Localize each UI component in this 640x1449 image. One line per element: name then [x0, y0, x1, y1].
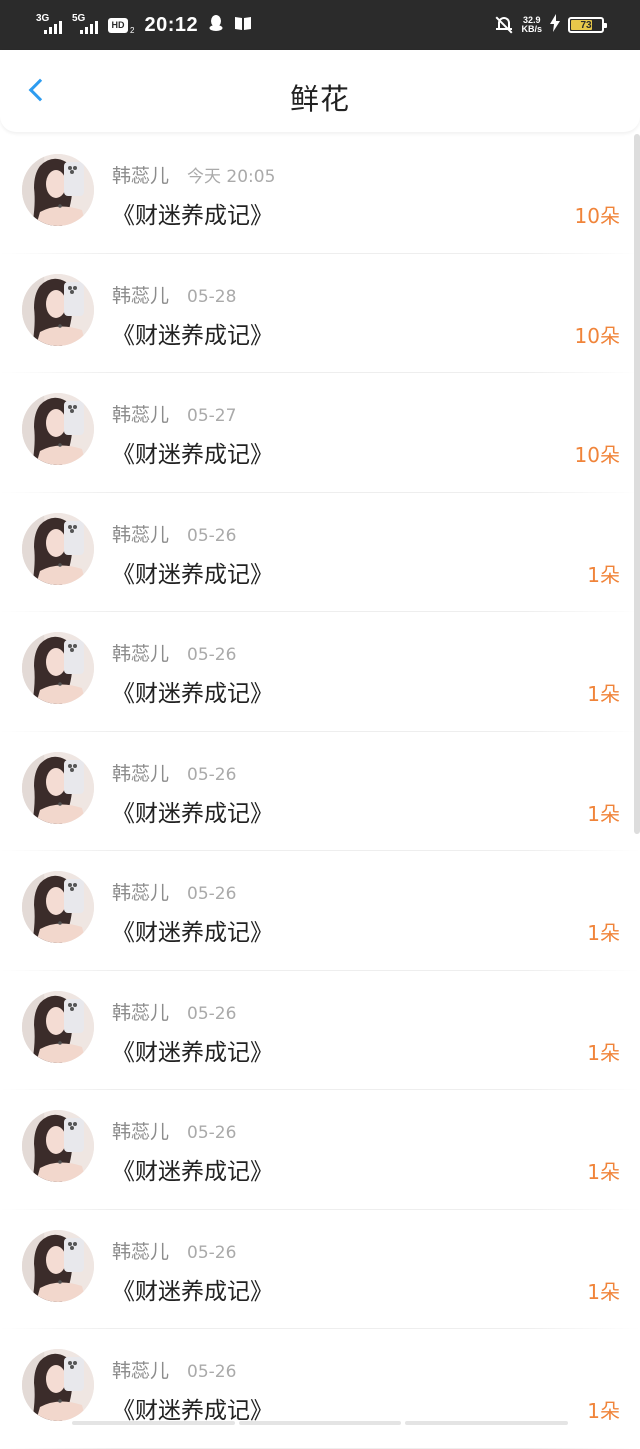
list-item[interactable]: 韩蕊儿 05-26 《财迷养成记》 1朵: [0, 851, 640, 971]
flower-count: 1朵: [587, 562, 620, 587]
item-meta: 韩蕊儿 05-26: [112, 998, 236, 1025]
timestamp: 05-27: [187, 406, 237, 426]
hd-icon: HD: [108, 17, 128, 33]
timestamp: 05-26: [187, 525, 237, 546]
avatar[interactable]: [22, 871, 94, 943]
timestamp: 05-26: [187, 1362, 237, 1382]
flower-count: 1朵: [587, 1279, 620, 1304]
battery-level: 73: [580, 19, 592, 31]
item-meta: 韩蕊儿 今天 20:05: [112, 161, 275, 188]
timestamp: 05-26: [187, 1003, 237, 1024]
flower-count: 10朵: [574, 204, 620, 228]
network-speed: 32.9 KB/s: [521, 16, 542, 34]
user-name: 韩蕊儿: [112, 1001, 170, 1024]
user-name: 韩蕊儿: [112, 165, 170, 187]
book-title: 《财迷养成记》: [112, 442, 273, 468]
page-title: 鲜花: [289, 82, 350, 116]
user-name: 韩蕊儿: [112, 1240, 170, 1263]
avatar[interactable]: [22, 273, 94, 346]
item-meta: 韩蕊儿 05-26: [112, 878, 236, 905]
user-name: 韩蕊儿: [112, 404, 170, 426]
flower-count: 1朵: [587, 921, 620, 945]
book-title: 《财迷养成记》: [112, 920, 273, 946]
timestamp: 05-26: [187, 645, 237, 665]
item-meta: 韩蕊儿 05-26: [112, 1356, 236, 1383]
user-name: 韩蕊儿: [112, 284, 170, 307]
signal-icon: 3G: [36, 13, 62, 35]
qq-icon: [208, 14, 224, 36]
user-name: 韩蕊儿: [112, 762, 170, 785]
list-item[interactable]: 韩蕊儿 05-26 《财迷养成记》 1朵: [0, 1329, 640, 1449]
status-bar-right: 32.9 KB/s 73: [495, 8, 607, 42]
user-name: 韩蕊儿: [112, 643, 170, 665]
avatar[interactable]: [22, 632, 94, 704]
list-item[interactable]: 韩蕊儿 今天 20:05 《财迷养成记》 10朵: [0, 134, 640, 254]
book-title: 《财迷养成记》: [112, 1398, 273, 1424]
list-item[interactable]: 韩蕊儿 05-26 《财迷养成记》 1朵: [0, 1210, 640, 1329]
item-meta: 韩蕊儿 05-27: [112, 400, 236, 427]
book-title: 《财迷养成记》: [112, 561, 273, 588]
hd-sub-label: 2: [130, 25, 135, 35]
item-meta: 韩蕊儿 05-26: [112, 1117, 236, 1144]
list-item[interactable]: 韩蕊儿 05-26 《财迷养成记》 1朵: [0, 1090, 640, 1210]
avatar[interactable]: [22, 1229, 94, 1302]
list-item[interactable]: 韩蕊儿 05-28 《财迷养成记》 10朵: [0, 254, 640, 373]
list-item[interactable]: 韩蕊儿 05-27 《财迷养成记》 10朵: [0, 373, 640, 493]
book-title: 《财迷养成记》: [112, 203, 273, 229]
list-item[interactable]: 韩蕊儿 05-26 《财迷养成记》 1朵: [0, 732, 640, 851]
book-title: 《财迷养成记》: [112, 681, 273, 707]
user-name: 韩蕊儿: [112, 1121, 170, 1143]
bell-off-icon: [495, 16, 513, 34]
flower-count: 1朵: [587, 1399, 620, 1423]
flower-count: 1朵: [587, 682, 620, 706]
avatar[interactable]: [22, 393, 94, 465]
book-title: 《财迷养成记》: [112, 1039, 273, 1066]
user-name: 韩蕊儿: [112, 1360, 170, 1382]
page-header: 鲜花: [0, 50, 640, 132]
avatar[interactable]: [22, 990, 94, 1063]
book-title: 《财迷养成记》: [112, 800, 273, 827]
user-name: 韩蕊儿: [112, 882, 170, 904]
book-title: 《财迷养成记》: [112, 1278, 273, 1305]
item-meta: 韩蕊儿 05-26: [112, 639, 236, 666]
flower-count: 1朵: [587, 801, 620, 826]
battery-icon: 73: [568, 17, 607, 33]
charging-icon: [550, 14, 560, 36]
speed-unit: KB/s: [521, 24, 542, 34]
timestamp: 05-26: [187, 1242, 237, 1263]
flower-count: 10朵: [574, 323, 620, 348]
timestamp: 05-28: [187, 286, 237, 307]
list-item[interactable]: 韩蕊儿 05-26 《财迷养成记》 1朵: [0, 493, 640, 612]
user-name: 韩蕊儿: [112, 523, 170, 546]
avatar[interactable]: [22, 154, 94, 226]
avatar[interactable]: [22, 1110, 94, 1182]
clock: 20:12: [144, 13, 199, 36]
list-item[interactable]: 韩蕊儿 05-26 《财迷养成记》 1朵: [0, 971, 640, 1090]
status-bar: 3G 5G HD 2 20:12 32.9 KB/s 73: [0, 0, 640, 50]
list-item[interactable]: 韩蕊儿 05-26 《财迷养成记》 1朵: [0, 612, 640, 732]
avatar[interactable]: [22, 512, 94, 585]
timestamp: 05-26: [187, 884, 237, 904]
book-icon: [234, 15, 252, 35]
flower-count: 1朵: [587, 1040, 620, 1065]
book-title: 《财迷养成记》: [112, 322, 273, 349]
status-bar-left: 3G 5G HD 2 20:12: [36, 8, 252, 42]
flower-count: 1朵: [587, 1160, 620, 1184]
item-meta: 韩蕊儿 05-28: [112, 281, 236, 308]
scrollbar[interactable]: [634, 134, 640, 834]
item-meta: 韩蕊儿 05-26: [112, 1237, 236, 1264]
avatar[interactable]: [22, 751, 94, 824]
flower-record-list: 韩蕊儿 今天 20:05 《财迷养成记》 10朵 韩蕊儿 05-28 《财迷养成…: [0, 134, 640, 1449]
avatar[interactable]: [22, 1349, 94, 1421]
timestamp: 05-26: [187, 764, 237, 785]
book-title: 《财迷养成记》: [112, 1159, 273, 1185]
item-meta: 韩蕊儿 05-26: [112, 520, 236, 547]
flower-count: 10朵: [574, 443, 620, 467]
timestamp: 今天 20:05: [187, 167, 276, 187]
divider: [0, 1447, 640, 1449]
timestamp: 05-26: [187, 1123, 237, 1143]
signal-icon: 5G: [72, 13, 98, 35]
home-indicator: [72, 1421, 569, 1425]
item-meta: 韩蕊儿 05-26: [112, 759, 236, 786]
